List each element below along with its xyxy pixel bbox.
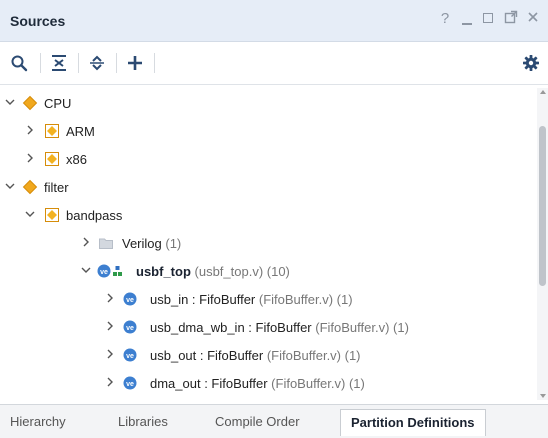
add-icon[interactable] <box>124 52 146 74</box>
tree-item-label: CPU <box>44 96 72 111</box>
tree-row-usb-in[interactable]: ve usb_in : FifoBuffer (FifoBuffer.v) (1… <box>0 285 536 313</box>
float-icon[interactable] <box>504 10 518 28</box>
tree-row-x86[interactable]: x86 <box>0 145 536 173</box>
chevron-right-icon[interactable] <box>24 124 36 136</box>
partition-icon <box>44 123 60 139</box>
diamond-icon <box>22 179 38 195</box>
toolbar-divider <box>78 53 79 73</box>
tree-item-label: usb_in : FifoBuffer (FifoBuffer.v) (1) <box>150 292 353 307</box>
tree-item-label: filter <box>44 180 69 195</box>
svg-text:ve: ve <box>126 353 134 360</box>
tree-item-label: x86 <box>66 152 87 167</box>
tree-item-label: Verilog (1) <box>122 236 182 251</box>
chevron-down-icon[interactable] <box>24 208 36 220</box>
chevron-down-icon[interactable] <box>80 264 92 276</box>
chevron-right-icon[interactable] <box>104 292 116 304</box>
tree-row-bandpass[interactable]: bandpass <box>0 201 536 229</box>
scrollbar-thumb[interactable] <box>539 126 546 286</box>
svg-text:ve: ve <box>126 381 134 388</box>
tab-hierarchy[interactable]: Hierarchy <box>10 410 66 434</box>
chevron-right-icon[interactable] <box>80 236 92 248</box>
chevron-right-icon[interactable] <box>104 320 116 332</box>
tree-item-label: usb_out : FifoBuffer (FifoBuffer.v) (1) <box>150 348 361 363</box>
source-tree: CPU ARM x86 filter bandpass Verilog (1) … <box>0 88 536 400</box>
toolbar-divider <box>40 53 41 73</box>
partition-icon <box>44 207 60 223</box>
tree-row-verilog[interactable]: Verilog (1) <box>0 229 536 257</box>
svg-text:ve: ve <box>100 269 108 276</box>
chevron-right-icon[interactable] <box>104 348 116 360</box>
tree-row-usb-dma-wb-in[interactable]: ve usb_dma_wb_in : FifoBuffer (FifoBuffe… <box>0 313 536 341</box>
verilog-module-icon: ve <box>122 291 138 307</box>
verilog-module-icon: ve <box>122 347 138 363</box>
svg-text:ve: ve <box>126 325 134 332</box>
tab-compile-order[interactable]: Compile Order <box>215 410 300 434</box>
tree-item-label: ARM <box>66 124 95 139</box>
chevron-right-icon[interactable] <box>24 152 36 164</box>
chevron-right-icon[interactable] <box>104 376 116 388</box>
chevron-down-icon[interactable] <box>4 96 16 108</box>
bottom-tab-bar: Hierarchy Libraries Compile Order Partit… <box>0 404 548 438</box>
tree-item-label: dma_out : FifoBuffer (FifoBuffer.v) (1) <box>150 376 365 391</box>
tree-row-cpu[interactable]: CPU <box>0 89 536 117</box>
tree-row-usbf-top[interactable]: ve usbf_top (usbf_top.v) (10) <box>0 257 536 285</box>
tree-row-dma-out[interactable]: ve dma_out : FifoBuffer (FifoBuffer.v) (… <box>0 369 536 397</box>
scroll-down-icon[interactable] <box>540 394 546 398</box>
chevron-down-icon[interactable] <box>4 180 16 192</box>
gear-icon[interactable] <box>520 52 542 74</box>
panel-title: Sources <box>10 13 66 29</box>
minimize-icon[interactable] <box>460 10 474 28</box>
window-controls: ? <box>438 10 540 28</box>
toolbar-divider <box>154 53 155 73</box>
tab-libraries[interactable]: Libraries <box>118 410 168 434</box>
collapse-all-icon[interactable] <box>48 52 70 74</box>
tree-row-arm[interactable]: ARM <box>0 117 536 145</box>
verilog-module-icon: ve <box>122 319 138 335</box>
verilog-top-icon: ve <box>96 263 130 279</box>
partition-icon <box>44 151 60 167</box>
search-icon[interactable] <box>8 52 30 74</box>
verilog-module-icon: ve <box>122 375 138 391</box>
svg-text:ve: ve <box>126 297 134 304</box>
diamond-icon <box>22 95 38 111</box>
toolbar <box>0 43 548 85</box>
tree-item-label: bandpass <box>66 208 123 223</box>
toolbar-divider <box>116 53 117 73</box>
scroll-up-icon[interactable] <box>540 90 546 94</box>
tree-item-label: usb_dma_wb_in : FifoBuffer (FifoBuffer.v… <box>150 320 409 335</box>
tree-row-usb-out[interactable]: ve usb_out : FifoBuffer (FifoBuffer.v) (… <box>0 341 536 369</box>
close-icon[interactable] <box>526 10 540 28</box>
help-icon[interactable]: ? <box>438 10 452 28</box>
expand-all-icon[interactable] <box>86 52 108 74</box>
vertical-scrollbar[interactable] <box>537 88 548 400</box>
tree-row-filter[interactable]: filter <box>0 173 536 201</box>
tab-partition-definitions[interactable]: Partition Definitions <box>340 409 486 436</box>
title-bar: Sources ? <box>0 0 548 42</box>
tree-item-label: usbf_top (usbf_top.v) (10) <box>136 264 290 279</box>
maximize-icon[interactable] <box>482 10 496 28</box>
sources-panel: Sources ? CPU ARM x86 filter bandpass Ve… <box>0 0 548 438</box>
folder-icon <box>98 235 114 251</box>
